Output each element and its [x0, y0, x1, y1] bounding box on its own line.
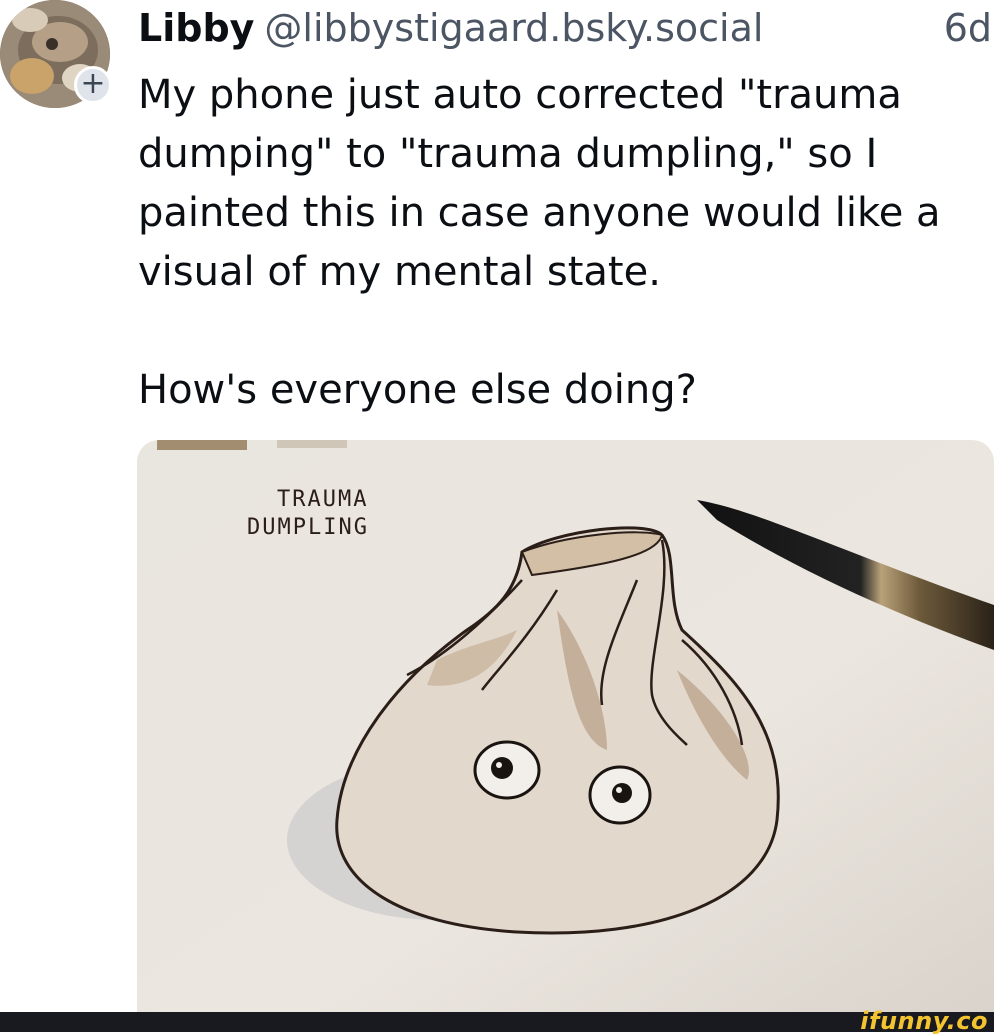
watermark-bar	[0, 1012, 994, 1032]
author-handle[interactable]: @libbystigaard.bsky.social	[264, 6, 763, 50]
post-header: Libby @libbystigaard.bsky.social 6d	[138, 0, 994, 56]
caption-line-2: DUMPLING	[247, 515, 369, 540]
author-display-name[interactable]: Libby	[138, 6, 254, 50]
caption-line-1: TRAUMA	[277, 487, 369, 512]
post-timestamp[interactable]: 6d	[944, 0, 992, 56]
ifunny-watermark: ifunny.co	[860, 1007, 988, 1035]
post-text: My phone just auto corrected "trauma dum…	[138, 72, 941, 413]
post-image[interactable]: TRAUMA DUMPLING	[137, 440, 994, 1012]
follow-button[interactable]: +	[74, 66, 112, 104]
painting-caption: TRAUMA DUMPLING	[247, 486, 369, 542]
plus-icon: +	[80, 66, 106, 101]
